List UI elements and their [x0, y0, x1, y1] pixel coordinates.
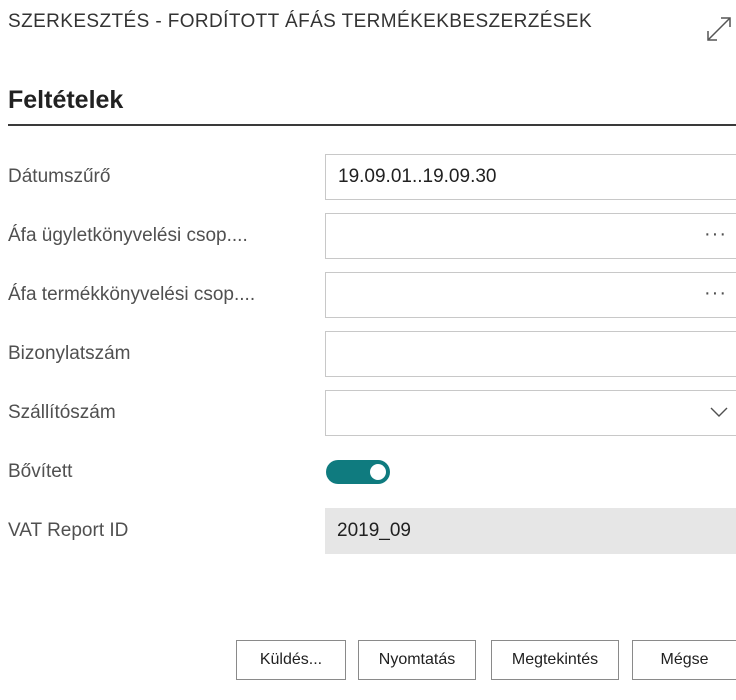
- chevron-down-icon[interactable]: [709, 405, 729, 419]
- vat-prod-posting-group-input[interactable]: ···: [325, 272, 736, 318]
- field-row-extended: Bővített: [8, 449, 736, 495]
- send-button[interactable]: Küldés...: [236, 640, 346, 680]
- vat-bus-posting-group-label: Áfa ügyletkönyvelési csop....: [8, 213, 318, 259]
- document-no-label: Bizonylatszám: [8, 331, 318, 377]
- date-filter-value: 19.09.01..19.09.30: [338, 166, 497, 187]
- document-no-input[interactable]: [325, 331, 736, 377]
- print-button[interactable]: Nyomtatás: [358, 640, 476, 680]
- vat-prod-posting-group-label: Áfa termékkönyvelési csop....: [8, 272, 318, 318]
- lookup-ellipsis-button[interactable]: ···: [704, 214, 727, 254]
- section-title: Feltételek: [8, 86, 124, 114]
- vat-report-id-value-box: 2019_09: [325, 508, 736, 554]
- vendor-no-select[interactable]: [325, 390, 736, 436]
- field-row-vat-report-id: VAT Report ID 2019_09: [8, 508, 736, 554]
- field-row-vat-bus-posting-group: Áfa ügyletkönyvelési csop.... ···: [8, 213, 736, 259]
- preview-button[interactable]: Megtekintés: [491, 640, 619, 680]
- dialog-title: SZERKESZTÉS - FORDÍTOTT ÁFÁS TERMÉKEKBES…: [8, 11, 593, 32]
- extended-toggle[interactable]: [326, 460, 390, 484]
- vendor-no-label: Szállítószám: [8, 390, 318, 436]
- vat-bus-posting-group-input[interactable]: ···: [325, 213, 736, 259]
- vat-report-id-label: VAT Report ID: [8, 508, 318, 554]
- field-row-date-filter: Dátumszűrő 19.09.01..19.09.30: [8, 154, 736, 200]
- report-request-dialog: SZERKESZTÉS - FORDÍTOTT ÁFÁS TERMÉKEKBES…: [0, 0, 736, 700]
- date-filter-label: Dátumszűrő: [8, 154, 318, 200]
- field-row-vendor-no: Szállítószám: [8, 390, 736, 436]
- extended-label: Bővített: [8, 449, 318, 495]
- expand-icon[interactable]: [704, 14, 734, 44]
- section-divider: [8, 124, 736, 126]
- toggle-knob: [370, 464, 386, 480]
- vat-report-id-value: 2019_09: [337, 520, 411, 541]
- date-filter-input[interactable]: 19.09.01..19.09.30: [325, 154, 736, 200]
- cancel-button[interactable]: Mégse: [632, 640, 736, 680]
- lookup-ellipsis-button[interactable]: ···: [704, 273, 727, 313]
- field-row-document-no: Bizonylatszám: [8, 331, 736, 377]
- field-row-vat-prod-posting-group: Áfa termékkönyvelési csop.... ···: [8, 272, 736, 318]
